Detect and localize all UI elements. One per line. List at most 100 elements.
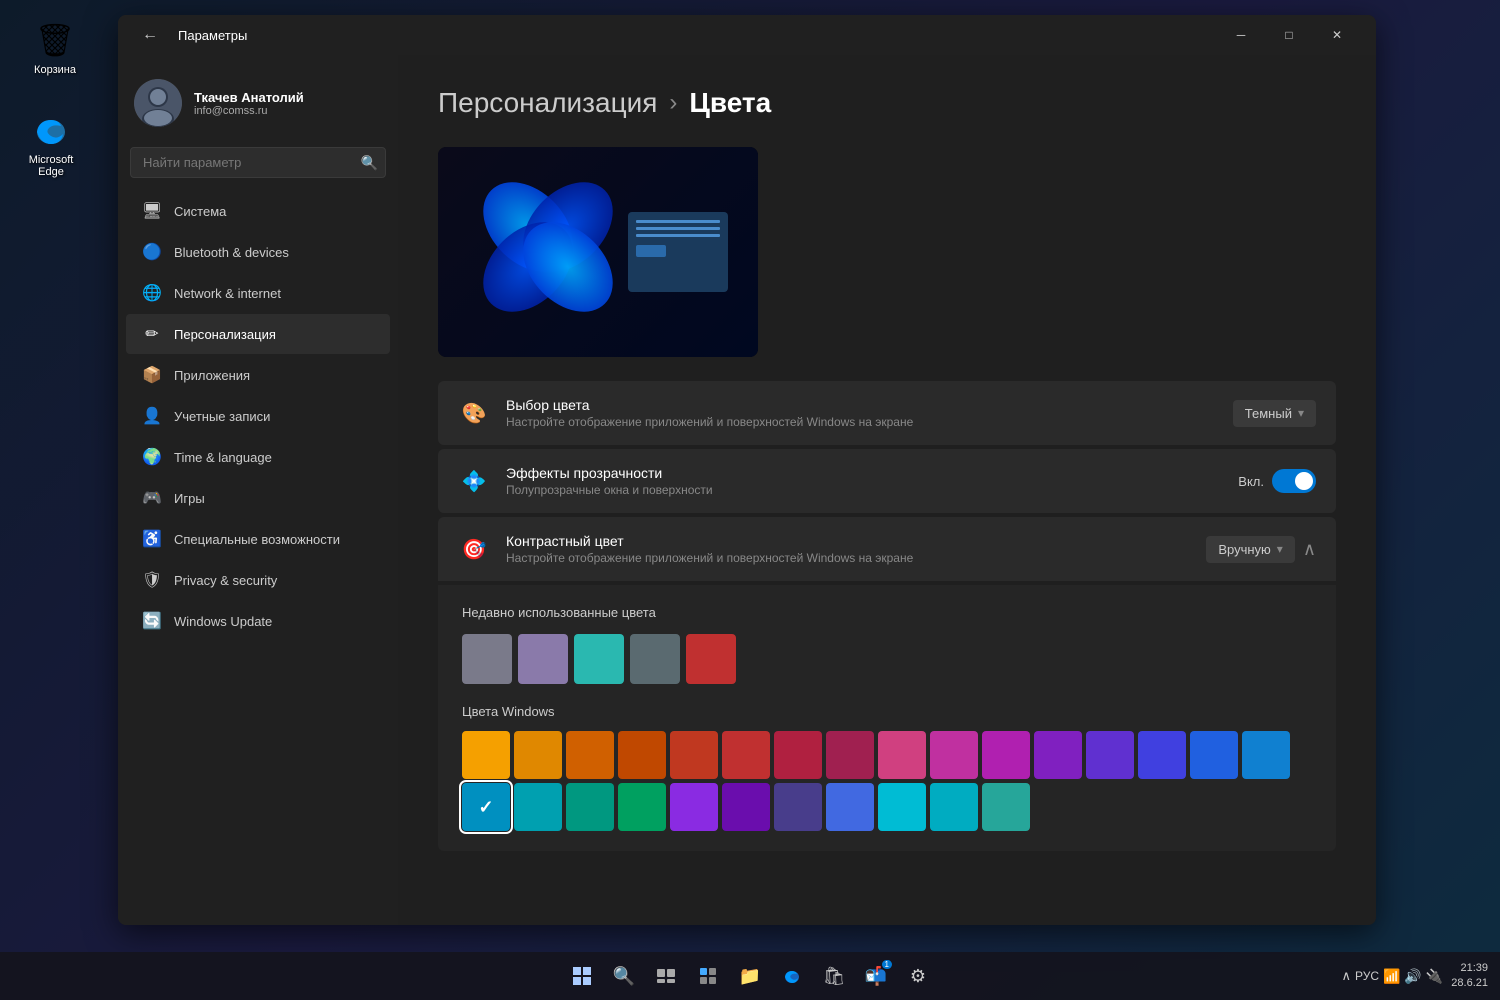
color-cell-1[interactable] bbox=[514, 731, 562, 779]
color-cell-10[interactable] bbox=[982, 731, 1030, 779]
widgets-button[interactable] bbox=[690, 958, 726, 994]
start-button[interactable] bbox=[564, 958, 600, 994]
user-profile[interactable]: Ткачев Анатолий info@comss.ru bbox=[118, 67, 398, 147]
color-cell-13[interactable] bbox=[1138, 731, 1186, 779]
nav-icon-privacy: 🛡 bbox=[142, 570, 162, 590]
sidebar-item-time[interactable]: 🌍 Time & language bbox=[126, 437, 390, 477]
nav-icon-apps: 📦 bbox=[142, 365, 162, 385]
back-button[interactable]: ← bbox=[134, 22, 166, 48]
color-cell-extra-6[interactable] bbox=[982, 783, 1030, 831]
recent-swatch-4[interactable] bbox=[686, 634, 736, 684]
color-cell-0[interactable] bbox=[462, 731, 510, 779]
sidebar-item-apps[interactable]: 📦 Приложения bbox=[126, 355, 390, 395]
close-button[interactable]: ✕ bbox=[1314, 20, 1360, 50]
desktop: 🗑 Корзина Microsoft Edge ← Параметры ─ □… bbox=[0, 0, 1500, 1000]
nav-icon-accessibility: ♿ bbox=[142, 529, 162, 549]
content-area: Ткачев Анатолий info@comss.ru 🔍 🖥 Систем… bbox=[118, 55, 1376, 925]
chevron-up-toggle-icon[interactable]: ∧ bbox=[1303, 539, 1316, 560]
recent-swatch-0[interactable] bbox=[462, 634, 512, 684]
title-bar-controls: ─ □ ✕ bbox=[1218, 20, 1360, 50]
recycle-bin-icon[interactable]: 🗑 Корзина bbox=[20, 20, 90, 76]
mail-button[interactable]: 📬 1 bbox=[858, 958, 894, 994]
dropdown-accent-color[interactable]: Вручную ▾ bbox=[1206, 536, 1295, 563]
color-cell-15[interactable] bbox=[1242, 731, 1290, 779]
recent-swatch-2[interactable] bbox=[574, 634, 624, 684]
dropdown-color-choice[interactable]: Темный ▾ bbox=[1233, 400, 1316, 427]
nav-icon-system: 🖥 bbox=[142, 201, 162, 221]
color-cell-14[interactable] bbox=[1190, 731, 1238, 779]
nav-label-network: Network & internet bbox=[174, 286, 281, 301]
color-cell-18[interactable] bbox=[566, 783, 614, 831]
sidebar-item-accessibility[interactable]: ♿ Специальные возможности bbox=[126, 519, 390, 559]
sidebar-item-privacy[interactable]: 🛡 Privacy & security bbox=[126, 560, 390, 600]
toggle-transparency[interactable] bbox=[1272, 469, 1316, 493]
setting-desc-transparency: Полупрозрачные окна и поверхности bbox=[506, 483, 713, 497]
win11-flower-icon bbox=[468, 167, 628, 332]
user-info: Ткачев Анатолий info@comss.ru bbox=[194, 90, 304, 117]
search-icon[interactable]: 🔍 bbox=[361, 154, 378, 171]
maximize-button[interactable]: □ bbox=[1266, 20, 1312, 50]
nav-label-time: Time & language bbox=[174, 450, 272, 465]
color-cell-5[interactable] bbox=[722, 731, 770, 779]
color-cell-extra-1[interactable] bbox=[722, 783, 770, 831]
setting-left-transparency: 💠 Эффекты прозрачности Полупрозрачные ок… bbox=[458, 465, 713, 497]
color-cell-11[interactable] bbox=[1034, 731, 1082, 779]
selected-checkmark: ✓ bbox=[478, 797, 493, 818]
color-cell-16[interactable]: ✓ bbox=[462, 783, 510, 831]
setting-row-color-choice: 🎨 Выбор цвета Настройте отображение прил… bbox=[438, 381, 1336, 445]
recent-colors-label: Недавно использованные цвета bbox=[462, 605, 1312, 620]
search-input[interactable] bbox=[130, 147, 386, 178]
recent-swatch-1[interactable] bbox=[518, 634, 568, 684]
sidebar-item-network[interactable]: 🌐 Network & internet bbox=[126, 273, 390, 313]
dropdown-expand-control-accent-color: Вручную ▾ ∧ bbox=[1206, 536, 1316, 563]
file-explorer-button[interactable]: 📁 bbox=[732, 958, 768, 994]
nav-label-gaming: Игры bbox=[174, 491, 205, 506]
color-cell-12[interactable] bbox=[1086, 731, 1134, 779]
language-indicator: РУС bbox=[1355, 969, 1379, 983]
edge-taskbar-button[interactable] bbox=[774, 958, 810, 994]
sidebar-item-update[interactable]: 🔄 Windows Update bbox=[126, 601, 390, 641]
nav-icon-accounts: 👤 bbox=[142, 406, 162, 426]
edge-label: Microsoft Edge bbox=[16, 154, 86, 178]
color-cell-8[interactable] bbox=[878, 731, 926, 779]
edge-icon[interactable]: Microsoft Edge bbox=[16, 110, 86, 178]
sidebar-item-system[interactable]: 🖥 Система bbox=[126, 191, 390, 231]
color-cell-9[interactable] bbox=[930, 731, 978, 779]
color-cell-extra-3[interactable] bbox=[826, 783, 874, 831]
color-cell-3[interactable] bbox=[618, 731, 666, 779]
color-cell-7[interactable] bbox=[826, 731, 874, 779]
breadcrumb-current: Цвета bbox=[689, 87, 771, 119]
recent-color-swatches bbox=[462, 634, 1312, 684]
search-taskbar-button[interactable]: 🔍 bbox=[606, 958, 642, 994]
store-button[interactable]: 🛍 bbox=[816, 958, 852, 994]
color-cell-2[interactable] bbox=[566, 731, 614, 779]
breadcrumb-parent[interactable]: Персонализация bbox=[438, 87, 657, 119]
sidebar-item-accounts[interactable]: 👤 Учетные записи bbox=[126, 396, 390, 436]
windows-colors-label: Цвета Windows bbox=[462, 704, 1312, 719]
color-cell-4[interactable] bbox=[670, 731, 718, 779]
sidebar-item-personalization[interactable]: ✏ Персонализация bbox=[126, 314, 390, 354]
color-cell-6[interactable] bbox=[774, 731, 822, 779]
preview-container bbox=[438, 147, 758, 357]
setting-title-accent-color: Контрастный цвет bbox=[506, 533, 913, 549]
nav-list: 🖥 Система 🔵 Bluetooth & devices 🌐 Networ… bbox=[118, 190, 398, 642]
color-cell-19[interactable] bbox=[618, 783, 666, 831]
recent-swatch-3[interactable] bbox=[630, 634, 680, 684]
avatar bbox=[134, 79, 182, 127]
chevron-down-icon: ▾ bbox=[1298, 406, 1304, 420]
minimize-button[interactable]: ─ bbox=[1218, 20, 1264, 50]
task-view-button[interactable] bbox=[648, 958, 684, 994]
color-cell-extra-0[interactable] bbox=[670, 783, 718, 831]
color-cell-extra-2[interactable] bbox=[774, 783, 822, 831]
color-cell-extra-5[interactable] bbox=[930, 783, 978, 831]
setting-desc-color-choice: Настройте отображение приложений и повер… bbox=[506, 415, 913, 429]
color-cell-17[interactable] bbox=[514, 783, 562, 831]
sidebar-item-gaming[interactable]: 🎮 Игры bbox=[126, 478, 390, 518]
setting-icon-accent-color: 🎯 bbox=[458, 533, 490, 565]
setting-icon-transparency: 💠 bbox=[458, 465, 490, 497]
chevron-up-icon[interactable]: ∧ bbox=[1341, 968, 1351, 984]
color-cell-extra-4[interactable] bbox=[878, 783, 926, 831]
sidebar-item-bluetooth[interactable]: 🔵 Bluetooth & devices bbox=[126, 232, 390, 272]
taskbar: 🔍 📁 bbox=[0, 952, 1500, 1000]
settings-taskbar-button[interactable]: ⚙ bbox=[900, 958, 936, 994]
